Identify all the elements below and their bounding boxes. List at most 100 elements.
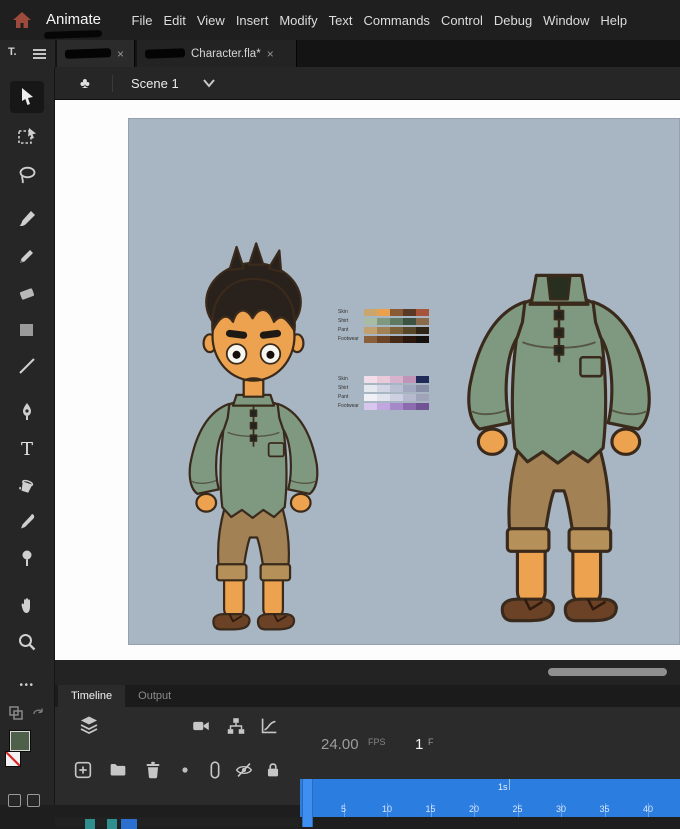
menu-items: File Edit View Insert Modify Text Commands Cont… [126, 0, 633, 40]
partial-panel-icon[interactable] [8, 794, 21, 807]
lock-icon [267, 763, 279, 777]
line-icon [19, 358, 35, 374]
trash-icon [146, 761, 160, 779]
zoom-tool[interactable] [10, 626, 44, 658]
paint-bucket-tool[interactable] [10, 469, 44, 501]
chevron-down-icon[interactable] [201, 77, 217, 89]
tab-timeline[interactable]: Timeline [58, 685, 126, 707]
horizontal-scrollbar[interactable] [55, 660, 680, 685]
palette-row: Footwear [338, 335, 429, 344]
graph-editor-button[interactable] [258, 715, 280, 737]
text-tool-icon: T [20, 438, 33, 460]
menu-item-commands[interactable]: Commands [358, 13, 435, 28]
layers-button[interactable] [77, 713, 101, 737]
pencil-icon [20, 250, 33, 263]
asset-warp-tool[interactable] [10, 542, 44, 574]
document-tab-2[interactable]: Character.fla* × [137, 40, 297, 67]
palette-row: Skin [338, 308, 429, 317]
menu-item-control[interactable]: Control [435, 13, 488, 28]
lasso-tool[interactable] [10, 159, 44, 191]
document-tab-1[interactable]: × [57, 40, 135, 67]
menu-item-view[interactable]: View [191, 13, 230, 28]
free-transform-icon [18, 128, 36, 144]
delete-layer-button[interactable] [142, 759, 164, 781]
current-frame-value[interactable]: 1 [415, 736, 423, 753]
menu-item-file[interactable]: File [126, 13, 158, 28]
onion-skin-icon [210, 761, 220, 779]
menu-item-insert[interactable]: Insert [230, 13, 274, 28]
close-icon[interactable]: × [267, 48, 274, 60]
hide-layers-button[interactable] [233, 759, 255, 781]
symbol-icon[interactable]: ♣ [80, 67, 90, 100]
more-tools-button[interactable]: ••• [10, 669, 44, 701]
selection-tool[interactable] [10, 81, 44, 113]
palette-swatch [403, 385, 416, 392]
palette-row-label: Footwear [338, 403, 359, 409]
palette-swatch [377, 336, 390, 343]
tab-output[interactable]: Output [125, 685, 184, 707]
palette-row-label: Skin [338, 309, 348, 315]
fill-color-swatch[interactable] [10, 731, 30, 751]
hand-tool[interactable] [10, 590, 44, 622]
ruler-tick-mark [474, 803, 475, 817]
menu-item-help[interactable]: Help [595, 13, 633, 28]
menu-item-modify[interactable]: Modify [274, 13, 323, 28]
lock-layers-button[interactable] [262, 759, 284, 781]
dot-icon [182, 767, 188, 773]
palette-swatch [390, 376, 403, 383]
layer-hierarchy-button[interactable] [225, 715, 247, 737]
palette-swatch [377, 385, 390, 392]
document-view[interactable]: Skin Shirt Pant Footwear Skin Shirt Pant Footw… [55, 100, 680, 660]
swap-colors-button[interactable] [8, 705, 24, 721]
line-tool[interactable] [10, 350, 44, 382]
fps-unit-label: FPS [368, 737, 386, 747]
fps-value[interactable]: 24.00 [321, 736, 359, 753]
highlight-layer-button[interactable] [180, 765, 190, 775]
palette-row-label: Shirt [338, 318, 349, 324]
palette-swatch [416, 327, 429, 334]
home-button[interactable] [10, 8, 34, 32]
palette-swatch [390, 394, 403, 401]
onion-skin-button[interactable] [204, 759, 226, 781]
palette-swatches [364, 376, 429, 383]
menu-item-text[interactable]: Text [323, 13, 358, 28]
timeline-panel: Timeline Output 24.00 FPS 1 F 1s 5 10 15… [55, 685, 680, 829]
frame-unit-label: F [428, 737, 434, 747]
add-folder-button[interactable] [107, 759, 129, 781]
menu-item-debug[interactable]: Debug [488, 13, 537, 28]
ruler-tick-mark [430, 803, 432, 817]
palette-row: Shirt [338, 317, 429, 326]
eraser-tool[interactable] [10, 277, 44, 309]
scene-name[interactable]: Scene 1 [131, 67, 179, 100]
free-transform-tool[interactable] [10, 121, 44, 153]
palette-swatch [416, 376, 429, 383]
add-layer-button[interactable] [72, 759, 94, 781]
menu-item-window[interactable]: Window [538, 13, 595, 28]
rectangle-tool[interactable] [10, 314, 44, 346]
stage[interactable]: Skin Shirt Pant Footwear Skin Shirt Pant Footw… [128, 118, 680, 645]
partial-panel-icon[interactable] [27, 794, 40, 807]
layers-icon [80, 716, 98, 735]
palette-swatch [416, 385, 429, 392]
palette-swatch [403, 336, 416, 343]
stroke-color-swatch[interactable] [5, 751, 21, 767]
default-colors-button[interactable] [30, 705, 46, 721]
playhead[interactable] [302, 779, 313, 827]
close-icon[interactable]: × [117, 48, 124, 60]
camera-button[interactable] [190, 715, 212, 737]
palette-swatch [364, 394, 377, 401]
palette-swatch [390, 336, 403, 343]
selection-icon [22, 88, 33, 105]
palette-swatch [390, 318, 403, 325]
eyedropper-tool[interactable] [10, 506, 44, 538]
pencil-tool[interactable] [10, 240, 44, 272]
timeline-ruler[interactable]: 1s 5 10 15 20 25 30 35 40 [300, 779, 680, 817]
scrollbar-thumb[interactable] [548, 668, 667, 676]
pen-tool[interactable] [10, 396, 44, 428]
palette-day: Skin Shirt Pant Footwear [338, 308, 429, 344]
brush-tool[interactable] [10, 203, 44, 235]
menu-item-edit[interactable]: Edit [158, 13, 191, 28]
panel-menu-icon[interactable] [33, 49, 46, 61]
divider [112, 75, 113, 92]
text-tool[interactable]: T [10, 433, 44, 465]
